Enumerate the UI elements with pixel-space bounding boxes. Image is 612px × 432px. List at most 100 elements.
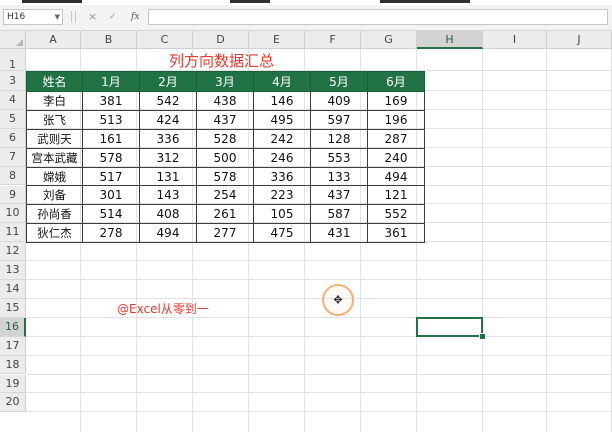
- row-header-17[interactable]: 17: [0, 336, 26, 356]
- row-header-4[interactable]: 4: [0, 91, 26, 110]
- value-cell[interactable]: 131: [139, 166, 197, 187]
- row-header-19[interactable]: 19: [0, 374, 26, 394]
- value-cell[interactable]: 528: [196, 128, 254, 149]
- value-cell[interactable]: 361: [367, 223, 425, 244]
- value-cell[interactable]: 128: [310, 128, 368, 149]
- value-cell[interactable]: 438: [196, 91, 254, 111]
- row-header-15[interactable]: 15: [0, 298, 26, 318]
- value-cell[interactable]: 597: [310, 109, 368, 130]
- name-cell[interactable]: 刘备: [26, 185, 83, 206]
- chevron-down-icon[interactable]: ▼: [55, 10, 60, 24]
- name-cell[interactable]: 嫦娥: [26, 166, 83, 187]
- column-header-j[interactable]: J: [547, 31, 612, 49]
- row-header-8[interactable]: 8: [0, 166, 26, 186]
- value-cell[interactable]: 277: [196, 223, 254, 244]
- column-header-i[interactable]: I: [483, 31, 547, 49]
- value-cell[interactable]: 223: [253, 185, 311, 206]
- row-header-3[interactable]: 3: [0, 71, 26, 91]
- value-cell[interactable]: 552: [367, 204, 425, 225]
- value-cell[interactable]: 312: [139, 147, 197, 168]
- column-header-d[interactable]: D: [193, 31, 249, 49]
- value-cell[interactable]: 336: [139, 128, 197, 149]
- name-cell[interactable]: 张飞: [26, 109, 83, 130]
- value-cell[interactable]: 143: [139, 185, 197, 206]
- cancel-icon[interactable]: ×: [88, 9, 97, 25]
- value-cell[interactable]: 495: [253, 109, 311, 130]
- enter-icon[interactable]: ✓: [109, 9, 117, 25]
- value-cell[interactable]: 169: [367, 91, 425, 111]
- row-header-18[interactable]: 18: [0, 355, 26, 375]
- column-header-f[interactable]: F: [305, 31, 361, 49]
- value-cell[interactable]: 437: [310, 185, 368, 206]
- value-cell[interactable]: 553: [310, 147, 368, 168]
- table-header-cell[interactable]: 6月: [367, 71, 425, 92]
- column-header-g[interactable]: G: [361, 31, 417, 49]
- value-cell[interactable]: 513: [82, 109, 140, 130]
- sheet-title[interactable]: 列方向数据汇总: [26, 50, 417, 72]
- name-cell[interactable]: 孙尚香: [26, 204, 83, 225]
- row-header-13[interactable]: 13: [0, 261, 26, 280]
- value-cell[interactable]: 240: [367, 147, 425, 168]
- row-header-11[interactable]: 11: [0, 223, 26, 243]
- name-box[interactable]: H16 ▼: [3, 9, 63, 25]
- row-header-9[interactable]: 9: [0, 185, 26, 205]
- row-header-14[interactable]: 14: [0, 280, 26, 299]
- value-cell[interactable]: 587: [310, 204, 368, 225]
- value-cell[interactable]: 196: [367, 109, 425, 130]
- value-cell[interactable]: 278: [82, 223, 140, 244]
- value-cell[interactable]: 475: [253, 223, 311, 244]
- value-cell[interactable]: 424: [139, 109, 197, 130]
- value-cell[interactable]: 431: [310, 223, 368, 244]
- table-header-cell[interactable]: 2月: [139, 71, 197, 92]
- row-header-7[interactable]: 7: [0, 147, 26, 167]
- value-cell[interactable]: 336: [253, 166, 311, 187]
- table-header-cell[interactable]: 5月: [310, 71, 368, 92]
- row-header-10[interactable]: 10: [0, 204, 26, 224]
- value-cell[interactable]: 287: [367, 128, 425, 149]
- table-header-cell[interactable]: 1月: [82, 71, 140, 92]
- value-cell[interactable]: 246: [253, 147, 311, 168]
- value-cell[interactable]: 133: [310, 166, 368, 187]
- value-cell[interactable]: 494: [367, 166, 425, 187]
- value-cell[interactable]: 161: [82, 128, 140, 149]
- value-cell[interactable]: 121: [367, 185, 425, 206]
- data-table[interactable]: 姓名 1月 2月 3月 4月 5月 6月 李白 381 542 438 146 409 169 张飞 513…: [26, 71, 425, 244]
- value-cell[interactable]: 408: [139, 204, 197, 225]
- name-cell[interactable]: 武则天: [26, 128, 83, 149]
- table-header-cell[interactable]: 4月: [253, 71, 311, 92]
- table-header-cell[interactable]: 3月: [196, 71, 254, 92]
- row-header-5[interactable]: 5: [0, 109, 26, 129]
- value-cell[interactable]: 381: [82, 91, 140, 111]
- column-header-h[interactable]: H: [417, 31, 483, 49]
- value-cell[interactable]: 261: [196, 204, 254, 225]
- fill-handle[interactable]: [479, 332, 486, 340]
- value-cell[interactable]: 242: [253, 128, 311, 149]
- row-header-16[interactable]: 16: [0, 317, 26, 337]
- column-header-c[interactable]: C: [137, 31, 193, 49]
- value-cell[interactable]: 409: [310, 91, 368, 111]
- value-cell[interactable]: 578: [82, 147, 140, 168]
- column-header-a[interactable]: A: [26, 31, 81, 49]
- value-cell[interactable]: 517: [82, 166, 140, 187]
- column-header-e[interactable]: E: [249, 31, 305, 49]
- name-cell[interactable]: 宫本武藏: [26, 147, 83, 168]
- value-cell[interactable]: 542: [139, 91, 197, 111]
- value-cell[interactable]: 494: [139, 223, 197, 244]
- value-cell[interactable]: 514: [82, 204, 140, 225]
- active-cell-selection[interactable]: [416, 316, 483, 337]
- value-cell[interactable]: 578: [196, 166, 254, 187]
- row-header-6[interactable]: 6: [0, 128, 26, 148]
- worksheet-grid[interactable]: ABCDEFGHIJ 1 3 4 5 6 7 8 9 10 11 12 13 14 15 16 17 18 19 2…: [0, 31, 612, 432]
- row-header-20[interactable]: 20: [0, 393, 26, 413]
- name-cell[interactable]: 李白: [26, 91, 83, 111]
- row-header-1[interactable]: 1: [0, 49, 26, 71]
- insert-function-icon[interactable]: fx: [131, 9, 139, 25]
- column-header-b[interactable]: B: [81, 31, 137, 49]
- value-cell[interactable]: 500: [196, 147, 254, 168]
- select-all-button[interactable]: [0, 31, 26, 49]
- name-cell[interactable]: 狄仁杰: [26, 223, 83, 244]
- value-cell[interactable]: 437: [196, 109, 254, 130]
- formula-input[interactable]: [148, 9, 608, 25]
- value-cell[interactable]: 254: [196, 185, 254, 206]
- value-cell[interactable]: 105: [253, 204, 311, 225]
